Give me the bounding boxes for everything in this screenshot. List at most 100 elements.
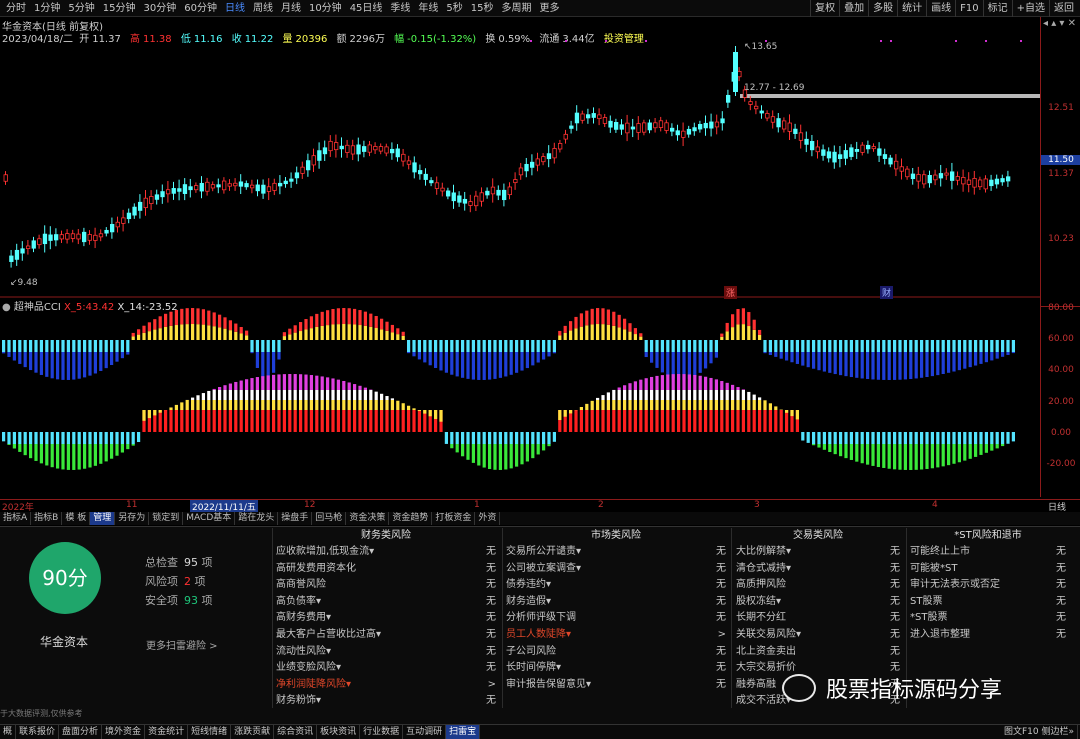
indicator-tab[interactable]: 锁定到 [149, 512, 184, 525]
indicator-tab[interactable]: 资金趋势 [389, 512, 433, 525]
bottom-tab[interactable]: 境外资金 [102, 725, 146, 739]
indicator-tab[interactable]: 踏在龙头 [235, 512, 279, 525]
risk-item[interactable]: 北上资金卖出 无 [736, 644, 900, 661]
candle-body [1000, 178, 1005, 183]
indicator-tab[interactable]: 另存为 [115, 512, 150, 525]
risk-item[interactable]: 高财务费用▾ 无 [276, 610, 496, 627]
risk-item[interactable]: 高研发费用资本化 无 [276, 561, 496, 578]
bottom-tab[interactable]: 盘面分析 [59, 725, 103, 739]
risk-item[interactable]: ST股票 无 [910, 594, 1066, 611]
indicator-bar [741, 400, 745, 410]
risk-unit: 项 [194, 575, 206, 588]
indicator-bar [380, 410, 384, 432]
high-annotation: ↖13.65 [744, 42, 777, 52]
risk-item[interactable]: 可能被*ST 无 [910, 561, 1066, 578]
risk-item[interactable]: 长时间停牌▾ 无 [506, 660, 726, 677]
indicator-tab[interactable]: 打板资金 [432, 512, 476, 525]
risk-item[interactable]: 关联交易风险▾ 无 [736, 627, 900, 644]
risk-item[interactable]: 最大客户占营收比过高▾ 无 [276, 627, 496, 644]
indicator-tab[interactable]: 管理 [90, 512, 116, 525]
bottom-tab[interactable]: 短线情绪 [188, 725, 232, 739]
cai-tag[interactable]: 财 [880, 286, 894, 299]
risk-item[interactable]: *ST股票 无 [910, 610, 1066, 627]
risk-item-value: 无 [716, 645, 726, 657]
risk-item[interactable]: 财务粉饰▾ 无 [276, 693, 496, 710]
bottom-tab[interactable]: 涨跌贡献 [231, 725, 275, 739]
bottom-tab[interactable]: 扫雷宝 [446, 725, 481, 739]
risk-item[interactable]: 清仓式减持▾ 无 [736, 561, 900, 578]
indicator-bar [747, 400, 751, 410]
risk-item[interactable]: 净利润陡降风险▾ > [276, 677, 496, 694]
bottom-tab[interactable]: 行业数据 [360, 725, 404, 739]
indicator-bar [272, 352, 276, 373]
risk-item[interactable]: 业绩变脸风险▾ 无 [276, 660, 496, 677]
risk-item-label: ST股票 [910, 595, 943, 607]
indicator-bar [606, 324, 610, 340]
indicator-bar [245, 410, 249, 432]
indicator-bar [104, 352, 108, 369]
indicator-bar [374, 400, 378, 410]
indicator-tab[interactable]: MACD基本 [183, 512, 236, 525]
indicator-bar [353, 308, 357, 325]
indicator-tab[interactable]: 资金决策 [346, 512, 390, 525]
risk-item[interactable]: 股权冻结▾ 无 [736, 594, 900, 611]
indicator-tab[interactable]: 外资 [475, 512, 501, 525]
risk-item[interactable]: 应收款增加,低现金流▾ 无 [276, 544, 496, 561]
indicator-bar [255, 400, 259, 410]
indicator-bar [477, 444, 481, 466]
candle-body [860, 144, 865, 153]
risk-item[interactable]: 高负债率▾ 无 [276, 594, 496, 611]
candle-body [445, 190, 451, 197]
more-risk-link[interactable]: 更多扫雷避险 > [146, 637, 218, 652]
bottom-tab[interactable]: 联系报价 [16, 725, 60, 739]
indicator-bar [250, 352, 254, 354]
indicator-tab[interactable]: 指标A [0, 512, 32, 525]
indicator-bar [385, 330, 389, 340]
indicator-bar [293, 390, 297, 400]
indicator-tab[interactable]: 模 板 [62, 512, 91, 525]
indicator-bar [731, 327, 735, 340]
risk-item[interactable]: 审计报告保留意见▾ 无 [506, 677, 726, 694]
side-panel-toggle[interactable]: 图文F10 侧边栏» [1001, 725, 1078, 739]
risk-item[interactable]: 分析师评级下调 无 [506, 610, 726, 627]
indicator-tab[interactable]: 回马枪 [312, 512, 347, 525]
indicator-bar [315, 313, 319, 327]
indicator-bar [952, 352, 956, 372]
indicator-bar [558, 410, 562, 421]
bottom-tab[interactable]: 概 [0, 725, 17, 739]
indicator-bar [768, 352, 772, 356]
risk-item[interactable]: 子公司风险 无 [506, 644, 726, 661]
risk-item[interactable]: 进入退市整理 无 [910, 627, 1066, 644]
risk-item[interactable]: 交易所公开谴责▾ 无 [506, 544, 726, 561]
indicator-tab[interactable]: 操盘手 [278, 512, 313, 525]
tool-button[interactable]: 返回 [1049, 0, 1078, 17]
zhang-tag[interactable]: 涨 [724, 286, 738, 299]
indicator-bar [61, 432, 65, 444]
candle-body [429, 180, 434, 184]
candle-body [966, 179, 972, 185]
candle-body [361, 146, 367, 152]
risk-item[interactable]: 审计无法表示或否定 无 [910, 577, 1066, 594]
bottom-tab[interactable]: 资金统计 [145, 725, 189, 739]
bottom-tab[interactable]: 综合资讯 [274, 725, 318, 739]
risk-item[interactable]: 可能终止上市 无 [910, 544, 1066, 561]
risk-item[interactable]: 高商誉风险 无 [276, 577, 496, 594]
risk-item[interactable]: 大比例解禁▾ 无 [736, 544, 900, 561]
risk-item[interactable]: 公司被立案调查▾ 无 [506, 561, 726, 578]
risk-item[interactable]: 流动性风险▾ 无 [276, 644, 496, 661]
indicator-tab[interactable]: 指标B [31, 512, 63, 525]
risk-item[interactable]: 财务造假▾ 无 [506, 594, 726, 611]
risk-item[interactable]: 债券违约▾ 无 [506, 577, 726, 594]
indicator-bar [812, 444, 816, 446]
indicator-bar [714, 379, 718, 390]
bottom-tab[interactable]: 互动调研 [403, 725, 447, 739]
bottom-tab[interactable]: 板块资讯 [317, 725, 361, 739]
risk-item[interactable]: 高质押风险 无 [736, 577, 900, 594]
kline-chart[interactable] [0, 0, 1040, 480]
risk-item[interactable]: 员工人数陡降▾ > [506, 627, 726, 644]
indicator-bar [455, 352, 459, 377]
indicator-title[interactable]: ● 超神品CCI X_5:43.42 X_14:-23.52 [2, 298, 178, 313]
risk-item[interactable]: 长期不分红 无 [736, 610, 900, 627]
indicator-bar [115, 432, 119, 444]
risk-item-value: 无 [716, 546, 726, 557]
